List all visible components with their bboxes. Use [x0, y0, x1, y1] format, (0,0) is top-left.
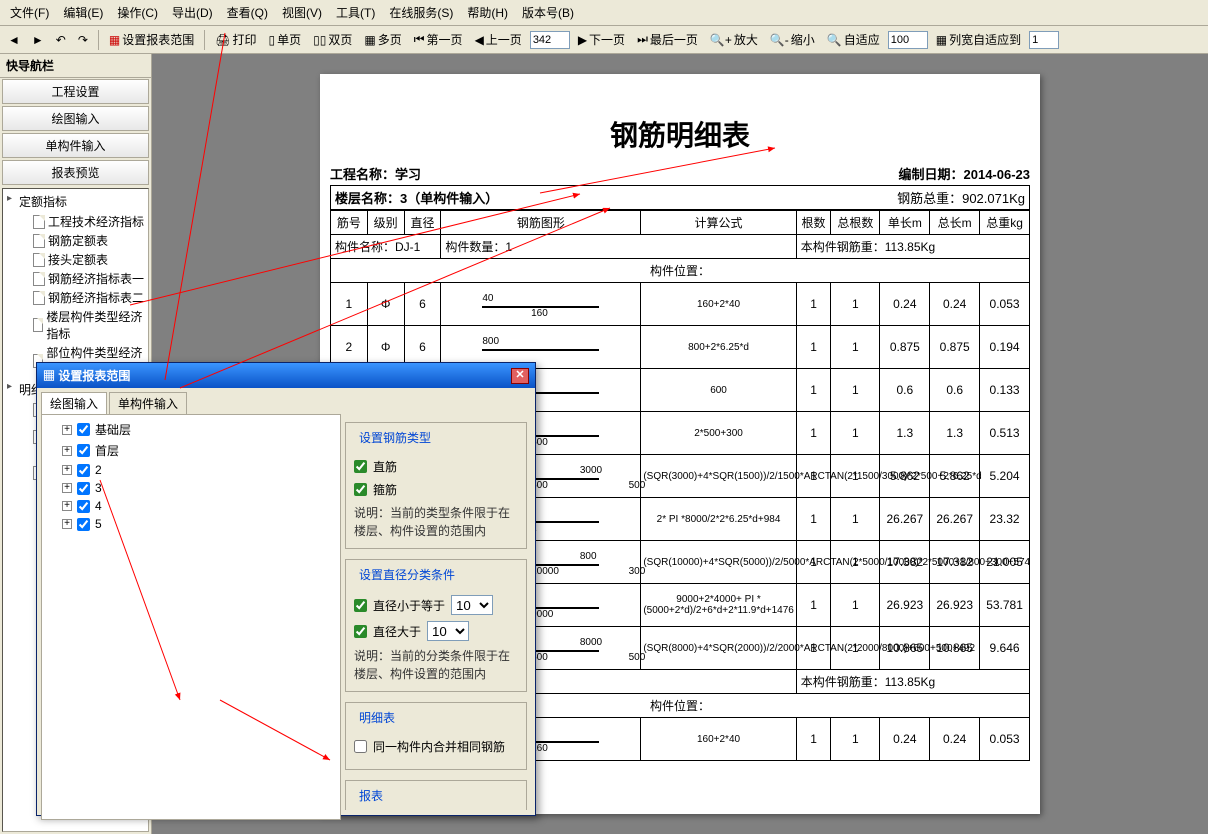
menu-tools[interactable]: 工具(T) — [330, 2, 381, 23]
col-header: 单长m — [880, 211, 930, 235]
tree-item[interactable]: 接头定额表 — [5, 250, 146, 269]
col-header: 直径 — [404, 211, 441, 235]
set-range-dialog: ▦ 设置报表范围 ✕ 绘图输入 单构件输入 +基础层+首层+2+3+4+5 设置… — [36, 362, 536, 816]
dialog-tree: +基础层+首层+2+3+4+5 — [41, 414, 341, 820]
colfit-button[interactable]: ▦ 列宽自适应到 — [932, 29, 1025, 50]
dlg-tree-check[interactable] — [77, 423, 90, 436]
dlg-tree-item[interactable]: +首层 — [46, 440, 336, 461]
double-page-button[interactable]: ▯▯ 双页 — [309, 29, 356, 50]
dlg-tree-check[interactable] — [77, 500, 90, 513]
menu-help[interactable]: 帮助(H) — [461, 2, 514, 23]
tree-item[interactable]: 楼层构件类型经济指标 — [5, 307, 146, 343]
col-header: 总重kg — [980, 211, 1030, 235]
table-row: 1Φ640160160+2*40110.240.240.053 — [331, 283, 1030, 326]
colfit-input[interactable] — [1029, 31, 1059, 49]
menu-version[interactable]: 版本号(B) — [516, 2, 580, 23]
fs-rebar-type: 设置钢筋类型 — [356, 429, 434, 446]
page-input[interactable] — [530, 31, 570, 49]
col-header: 根数 — [796, 211, 831, 235]
report-title: 钢筋明细表 — [330, 114, 1030, 154]
tree-item[interactable]: 钢筋经济指标表二 — [5, 288, 146, 307]
chk-merge[interactable] — [354, 740, 367, 753]
dialog-titlebar[interactable]: ▦ 设置报表范围 ✕ — [37, 363, 535, 388]
col-header: 总根数 — [831, 211, 880, 235]
col-header: 筋号 — [331, 211, 368, 235]
fs-report: 报表 — [356, 787, 386, 804]
chk-dia-le[interactable] — [354, 599, 367, 612]
prev-page-button[interactable]: ◀ 上一页 — [471, 29, 526, 50]
dlg-tree-check[interactable] — [77, 518, 90, 531]
menu-file[interactable]: 文件(F) — [4, 2, 55, 23]
redo-icon[interactable]: ↷ — [74, 31, 92, 49]
dlg-tree-item[interactable]: +4 — [46, 497, 336, 515]
sel-dia-le[interactable]: 10 — [451, 595, 493, 615]
toolbar: ◄ ► ↶ ↷ ▦ 设置报表范围 🖨 打印 ▯ 单页 ▯▯ 双页 ▦ 多页 ⏮ … — [0, 26, 1208, 54]
menu-edit[interactable]: 编辑(E) — [57, 2, 109, 23]
back-icon[interactable]: ◄ — [4, 31, 24, 49]
close-icon[interactable]: ✕ — [511, 368, 529, 384]
next-page-button[interactable]: ▶ 下一页 — [574, 29, 629, 50]
sel-dia-gt[interactable]: 10 — [427, 621, 469, 641]
fs-detail: 明细表 — [356, 709, 398, 726]
tree-group-quota[interactable]: 定额指标 — [5, 191, 146, 212]
chk-stirrup[interactable] — [354, 483, 367, 496]
menu-export[interactable]: 导出(D) — [166, 2, 219, 23]
last-page-button[interactable]: ⏭ 最后一页 — [633, 29, 702, 50]
menubar: 文件(F) 编辑(E) 操作(C) 导出(D) 查看(Q) 视图(V) 工具(T… — [0, 0, 1208, 26]
dlg-tree-check[interactable] — [77, 482, 90, 495]
dlg-tree-item[interactable]: +基础层 — [46, 419, 336, 440]
col-header: 级别 — [367, 211, 404, 235]
dlg-tree-item[interactable]: +2 — [46, 461, 336, 479]
set-range-button[interactable]: ▦ 设置报表范围 — [105, 29, 198, 50]
tab-single-input[interactable]: 单构件输入 — [109, 392, 187, 414]
menu-op[interactable]: 操作(C) — [111, 2, 164, 23]
multi-page-button[interactable]: ▦ 多页 — [360, 29, 405, 50]
dlg-tree-check[interactable] — [77, 444, 90, 457]
menu-online[interactable]: 在线服务(S) — [383, 2, 459, 23]
nav-single-input[interactable]: 单构件输入 — [2, 133, 149, 158]
nav-title: 快导航栏 — [0, 54, 151, 78]
tree-item[interactable]: 钢筋经济指标表一 — [5, 269, 146, 288]
single-page-button[interactable]: ▯ 单页 — [265, 29, 306, 50]
tab-draw-input[interactable]: 绘图输入 — [41, 392, 107, 414]
first-page-button[interactable]: ⏮ 第一页 — [410, 29, 467, 50]
section-name: 构件名称：DJ-1 — [331, 235, 441, 259]
section-loc: 构件位置： — [331, 259, 1030, 283]
undo-icon[interactable]: ↶ — [52, 31, 70, 49]
fs-diameter: 设置直径分类条件 — [356, 566, 458, 583]
tree-item[interactable]: 工程技术经济指标 — [5, 212, 146, 231]
chk-straight[interactable] — [354, 460, 367, 473]
tree-item[interactable]: 钢筋定额表 — [5, 231, 146, 250]
floor-name: 楼层名称：3（单构件输入） — [335, 188, 498, 207]
col-header: 总长m — [930, 211, 980, 235]
fwd-icon[interactable]: ► — [28, 31, 48, 49]
col-header: 计算公式 — [641, 211, 796, 235]
print-button[interactable]: 🖨 打印 — [211, 29, 260, 50]
col-header: 钢筋图形 — [441, 211, 641, 235]
nav-report-preview[interactable]: 报表预览 — [2, 160, 149, 185]
chk-dia-gt[interactable] — [354, 625, 367, 638]
fit-button[interactable]: 🔍 自适应 — [823, 29, 884, 50]
menu-view2[interactable]: 视图(V) — [276, 2, 328, 23]
nav-proj-settings[interactable]: 工程设置 — [2, 79, 149, 104]
dlg-tree-item[interactable]: +3 — [46, 479, 336, 497]
dlg-tree-item[interactable]: +5 — [46, 515, 336, 533]
dlg-tree-check[interactable] — [77, 464, 90, 477]
zoom-in-button[interactable]: 🔍+ 放大 — [706, 29, 762, 50]
menu-view1[interactable]: 查看(Q) — [221, 2, 274, 23]
nav-draw-input[interactable]: 绘图输入 — [2, 106, 149, 131]
zoom-out-button[interactable]: 🔍- 缩小 — [766, 29, 819, 50]
fit-input[interactable] — [888, 31, 928, 49]
